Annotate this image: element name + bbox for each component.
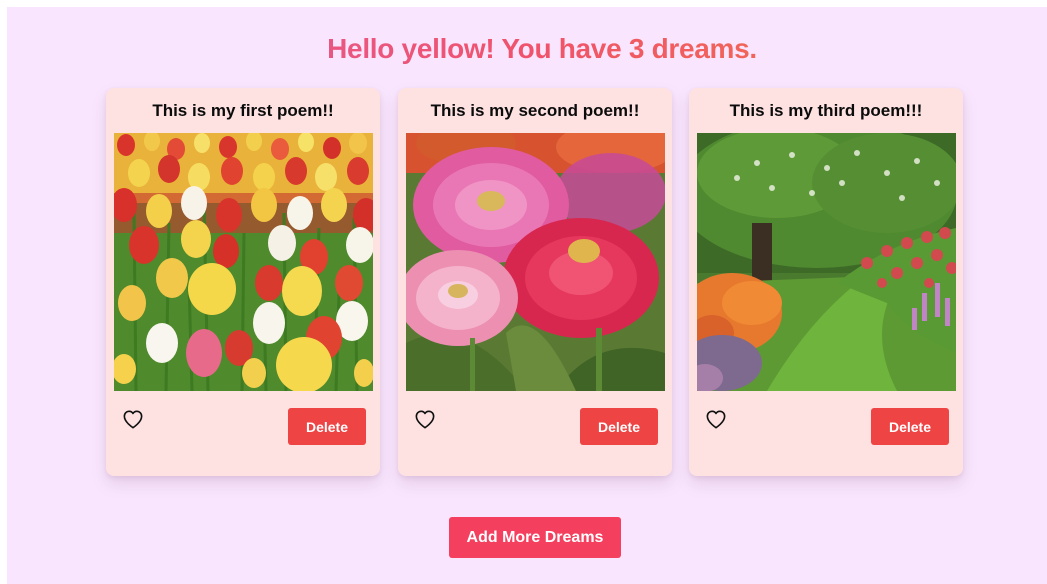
dream-card: This is my third poem!!! Delete: [689, 88, 963, 476]
pink-zinnias-photo: [406, 133, 665, 391]
tulip-field-photo: [114, 133, 373, 391]
dream-card-title: This is my first poem!!: [152, 101, 334, 120]
dream-card-title: This is my second poem!!: [430, 101, 640, 120]
greeting-heading: Hello yellow! You have 3 dreams.: [7, 33, 1047, 65]
heart-outline-icon[interactable]: [122, 409, 144, 429]
delete-button[interactable]: Delete: [871, 408, 949, 445]
dream-card: This is my second poem!! Delete: [398, 88, 672, 476]
heart-outline-icon[interactable]: [705, 409, 727, 429]
dream-card: This is my first poem!! Delete: [106, 88, 380, 476]
garden-path-photo: [697, 133, 956, 391]
heart-outline-icon[interactable]: [414, 409, 436, 429]
dreams-page: Hello yellow! You have 3 dreams. This is…: [7, 7, 1047, 584]
delete-button[interactable]: Delete: [580, 408, 658, 445]
dream-card-title: This is my third poem!!!: [729, 101, 923, 120]
delete-button[interactable]: Delete: [288, 408, 366, 445]
add-more-dreams-button[interactable]: Add More Dreams: [449, 517, 621, 558]
